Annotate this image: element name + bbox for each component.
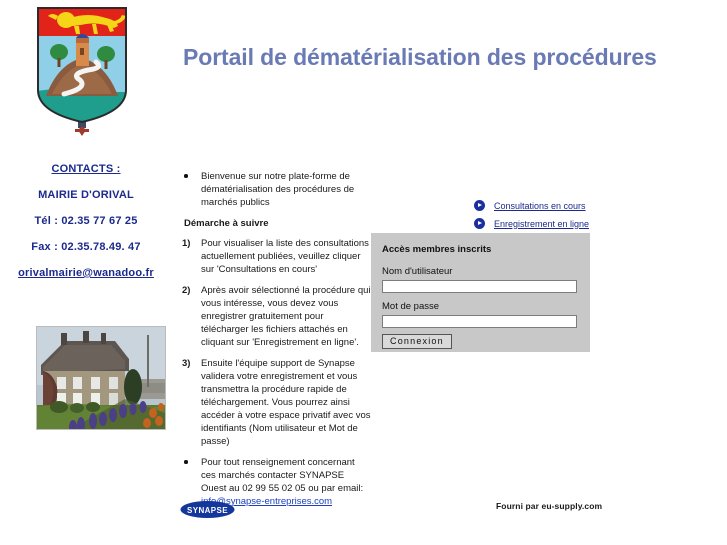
step-text: Après avoir sélectionné la procédure qui… xyxy=(201,285,371,348)
step-number: 3) xyxy=(182,358,191,369)
contacts-block: CONTACTS : MAIRIE D'ORIVAL Tél : 02.35 7… xyxy=(0,163,172,293)
play-circle-icon xyxy=(474,200,485,211)
login-panel-title: Accès membres inscrits xyxy=(382,244,492,255)
login-submit-button[interactable]: Connexion xyxy=(382,334,452,349)
intro-bullet: Bienvenue sur notre plate-forme de démat… xyxy=(180,170,372,209)
page-title: Portail de dématérialisation des procédu… xyxy=(183,44,657,70)
password-input[interactable] xyxy=(382,315,577,328)
quick-links: Consultations en cours Enregistrement en… xyxy=(474,200,589,236)
step-item-2: 2) Après avoir sélectionné la procédure … xyxy=(180,284,372,349)
username-label: Nom d'utilisateur xyxy=(382,266,453,277)
bullet-dot-icon xyxy=(184,460,188,464)
contacts-fax: Fax : 02.35.78.49. 47 xyxy=(31,241,141,253)
bullet-dot-icon xyxy=(184,174,188,178)
footer-provider-text: Fourni par eu-supply.com xyxy=(496,501,603,511)
support-text: Pour tout renseignement concernant ces m… xyxy=(201,457,364,494)
play-circle-icon xyxy=(474,218,485,229)
step-item-3: 3) Ensuite l'équipe support de Synapse v… xyxy=(180,357,372,448)
page-root: Portail de dématérialisation des procédu… xyxy=(0,0,727,545)
quick-link-enregistrement[interactable]: Enregistrement en ligne xyxy=(474,218,589,229)
steps-subheading: Démarche à suivre xyxy=(184,218,269,229)
intro-text: Bienvenue sur notre plate-forme de démat… xyxy=(201,171,355,208)
synapse-logo: SYNAPSE xyxy=(180,500,235,519)
quick-link-label[interactable]: Enregistrement en ligne xyxy=(494,219,589,229)
contacts-phone: Tél : 02.35 77 67 25 xyxy=(34,215,138,227)
step-text: Ensuite l'équipe support de Synapse vali… xyxy=(201,358,371,447)
mairie-photo xyxy=(36,326,166,430)
step-text: Pour visualiser la liste des consultatio… xyxy=(201,238,369,275)
contacts-email-link[interactable]: orivalmairie@wanadoo.fr xyxy=(18,267,154,279)
step-number: 2) xyxy=(182,285,191,296)
quick-link-label[interactable]: Consultations en cours xyxy=(494,201,586,211)
quick-link-consultations[interactable]: Consultations en cours xyxy=(474,200,589,211)
password-label: Mot de passe xyxy=(382,301,440,312)
contacts-heading: CONTACTS : xyxy=(51,163,121,175)
coat-of-arms xyxy=(30,4,134,136)
svg-text:SYNAPSE: SYNAPSE xyxy=(187,506,228,515)
contacts-organisation: MAIRIE D'ORIVAL xyxy=(38,189,134,201)
crest-image xyxy=(30,4,134,136)
username-input[interactable] xyxy=(382,280,577,293)
main-content: Bienvenue sur notre plate-forme de démat… xyxy=(180,170,372,516)
step-item-1: 1) Pour visualiser la liste des consulta… xyxy=(180,237,372,276)
step-number: 1) xyxy=(182,238,191,249)
login-panel: Accès membres inscrits Nom d'utilisateur… xyxy=(371,233,590,352)
